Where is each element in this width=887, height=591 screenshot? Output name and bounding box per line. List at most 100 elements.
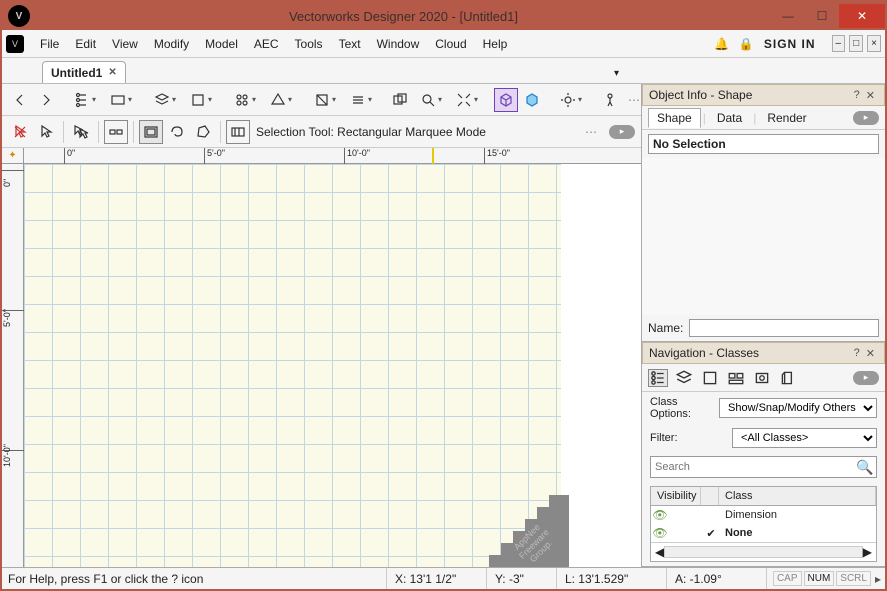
menu-text[interactable]: Text <box>331 33 369 55</box>
projection-dropdown[interactable] <box>344 88 378 112</box>
nav-panel-help-icon[interactable]: ? <box>851 347 863 359</box>
class-active-check[interactable]: ✔ <box>703 527 719 540</box>
vruler-tick-2: 10'-0" <box>2 450 24 461</box>
visibility-eye-icon[interactable]: 👁 <box>651 526 669 540</box>
menu-bar: V File Edit View Modify Model AEC Tools … <box>2 30 885 58</box>
menu-file[interactable]: File <box>32 33 67 55</box>
object-info-header[interactable]: Object Info - Shape ? ✕ <box>642 84 885 106</box>
snap-dropdown[interactable] <box>184 88 218 112</box>
menu-cloud[interactable]: Cloud <box>427 33 474 55</box>
filter-select[interactable]: <All Classes> <box>732 428 877 448</box>
menu-model[interactable]: Model <box>197 33 246 55</box>
nav-classes-icon[interactable] <box>648 369 668 387</box>
view-cube-button[interactable] <box>494 88 518 112</box>
marquee-rect-button[interactable] <box>139 120 163 144</box>
object-info-body <box>642 158 885 315</box>
toolbar-overflow-icon[interactable]: ⋯ <box>624 93 644 107</box>
notification-icon[interactable]: 🔔 <box>714 37 729 51</box>
tab-data[interactable]: Data <box>708 108 751 128</box>
navigation-header[interactable]: Navigation - Classes ? ✕ <box>642 342 885 364</box>
layers-dropdown[interactable] <box>148 88 182 112</box>
tool-wall-mode-icon[interactable] <box>104 120 128 144</box>
horizontal-ruler[interactable]: 0" 5'-0" 10'-0" 15'-0" <box>24 148 641 164</box>
ruler-cursor-marker <box>432 148 434 164</box>
menu-modify[interactable]: Modify <box>146 33 197 55</box>
search-icon[interactable]: 🔍 <box>854 459 876 476</box>
class-search-box[interactable]: 🔍 <box>650 456 877 478</box>
marquee-lasso-button[interactable] <box>165 120 189 144</box>
tool-cursor-single-icon[interactable] <box>34 120 58 144</box>
object-info-toggle-button[interactable]: ▸ <box>853 111 879 125</box>
nav-references-icon[interactable] <box>778 369 798 387</box>
menu-help[interactable]: Help <box>475 33 516 55</box>
tool-cursor-disabled-icon[interactable] <box>8 120 32 144</box>
object-name-input[interactable] <box>689 319 879 337</box>
tool-settings-button[interactable] <box>226 120 250 144</box>
tool-bar-overflow-icon[interactable]: ⋯ <box>581 125 601 139</box>
tab-shape[interactable]: Shape <box>648 108 701 128</box>
class-h-scrollbar[interactable] <box>664 546 863 558</box>
class-row-dimension[interactable]: 👁 Dimension <box>651 506 876 524</box>
document-tab-dropdown[interactable]: ▾ <box>608 64 625 83</box>
vertical-ruler[interactable]: 0" 5'-0" 10'-0" 15'-0" <box>2 164 24 567</box>
object-info-tabs: Shape | Data | Render ▸ <box>642 106 885 130</box>
nav-back-button[interactable] <box>8 88 32 112</box>
lock-icon: 🔒 <box>739 37 754 51</box>
panel-close-icon[interactable]: ✕ <box>863 89 878 102</box>
class-options-label: Class Options: <box>650 396 713 420</box>
scroll-right-icon[interactable]: ▶ <box>863 545 872 559</box>
menu-edit[interactable]: Edit <box>67 33 104 55</box>
plane-dropdown[interactable] <box>264 88 298 112</box>
col-visibility[interactable]: Visibility <box>651 487 701 505</box>
document-tab-close-icon[interactable]: ✕ <box>108 67 116 78</box>
sign-in-button[interactable]: SIGN IN <box>758 35 822 53</box>
scroll-left-icon[interactable]: ◀ <box>655 545 664 559</box>
hierarchy-dropdown[interactable] <box>68 88 102 112</box>
mdi-restore-button[interactable]: □ <box>849 35 863 52</box>
menu-aec[interactable]: AEC <box>246 33 287 55</box>
maximize-button[interactable]: ☐ <box>805 4 839 28</box>
render-dropdown[interactable] <box>308 88 342 112</box>
mdi-close-button[interactable]: × <box>867 35 881 52</box>
app-menu-icon[interactable]: V <box>6 35 24 53</box>
tool-bar-toggle-button[interactable]: ▸ <box>609 125 635 139</box>
class-search-input[interactable] <box>651 457 854 477</box>
minimize-button[interactable]: — <box>771 4 805 28</box>
filter-label: Filter: <box>650 432 726 444</box>
ruler-origin-icon[interactable]: ✦ <box>2 148 24 164</box>
nav-sheets-icon[interactable] <box>700 369 720 387</box>
nav-viewports-icon[interactable] <box>726 369 746 387</box>
menu-view[interactable]: View <box>104 33 146 55</box>
nav-saved-views-icon[interactable] <box>752 369 772 387</box>
nav-panel-close-icon[interactable]: ✕ <box>863 347 878 360</box>
light-dropdown[interactable] <box>554 88 588 112</box>
class-row-none[interactable]: 👁 ✔ None <box>651 524 876 542</box>
zoom-dropdown[interactable] <box>414 88 448 112</box>
drawing-canvas[interactable]: ✦ 0" 5'-0" 10'-0" 15'-0" 0" 5'-0" 10'-0"… <box>2 148 641 567</box>
tool-cursor-multi-icon[interactable] <box>69 120 93 144</box>
wireframe-button[interactable] <box>520 88 544 112</box>
document-tab[interactable]: Untitled1 ✕ <box>42 61 126 83</box>
close-button[interactable]: ✕ <box>839 4 885 28</box>
mdi-minimize-button[interactable]: – <box>832 35 846 52</box>
paper-edge <box>561 164 641 567</box>
status-expand-icon[interactable]: ▸ <box>875 572 881 586</box>
ref-button[interactable] <box>388 88 412 112</box>
class-options-select[interactable]: Show/Snap/Modify Others <box>719 398 877 418</box>
marquee-polygon-button[interactable] <box>191 120 215 144</box>
tab-render[interactable]: Render <box>758 108 815 128</box>
nav-layers-icon[interactable] <box>674 369 694 387</box>
visibility-eye-icon[interactable]: 👁 <box>651 508 669 522</box>
flyover-button[interactable] <box>598 88 622 112</box>
fit-dropdown[interactable] <box>450 88 484 112</box>
hruler-tick-3: 15'-0" <box>484 148 510 164</box>
nav-toggle-button[interactable]: ▸ <box>853 371 879 385</box>
col-class[interactable]: Class <box>719 487 876 505</box>
classes-dropdown[interactable] <box>228 88 262 112</box>
menu-window[interactable]: Window <box>369 33 428 55</box>
window-title: Vectorworks Designer 2020 - [Untitled1] <box>36 9 771 24</box>
panel-help-icon[interactable]: ? <box>851 89 863 101</box>
menu-tools[interactable]: Tools <box>287 33 331 55</box>
view-select-dropdown[interactable] <box>104 88 138 112</box>
nav-fwd-button[interactable] <box>34 88 58 112</box>
